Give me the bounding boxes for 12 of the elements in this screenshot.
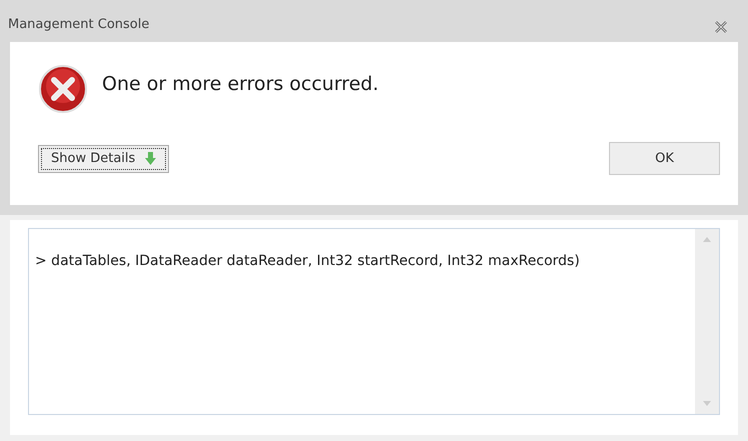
error-message: One or more errors occurred. <box>102 72 379 97</box>
details-text: > dataTables, IDataReader dataReader, Int32 startRecord, Int32 maxRecords) <box>34 252 581 271</box>
ok-button[interactable]: OK <box>609 142 720 175</box>
show-details-button[interactable]: Show Details <box>38 144 170 172</box>
scroll-up-icon[interactable] <box>703 237 711 242</box>
scrollbar[interactable] <box>695 229 719 414</box>
details-text-area[interactable]: > dataTables, IDataReader dataReader, Int32 startRecord, Int32 maxRecords) <box>28 228 720 415</box>
close-icon[interactable] <box>714 20 728 34</box>
error-icon <box>38 64 88 114</box>
scroll-down-icon[interactable] <box>703 401 711 406</box>
window-title: Management Console <box>8 16 150 34</box>
arrow-down-icon <box>145 152 156 165</box>
